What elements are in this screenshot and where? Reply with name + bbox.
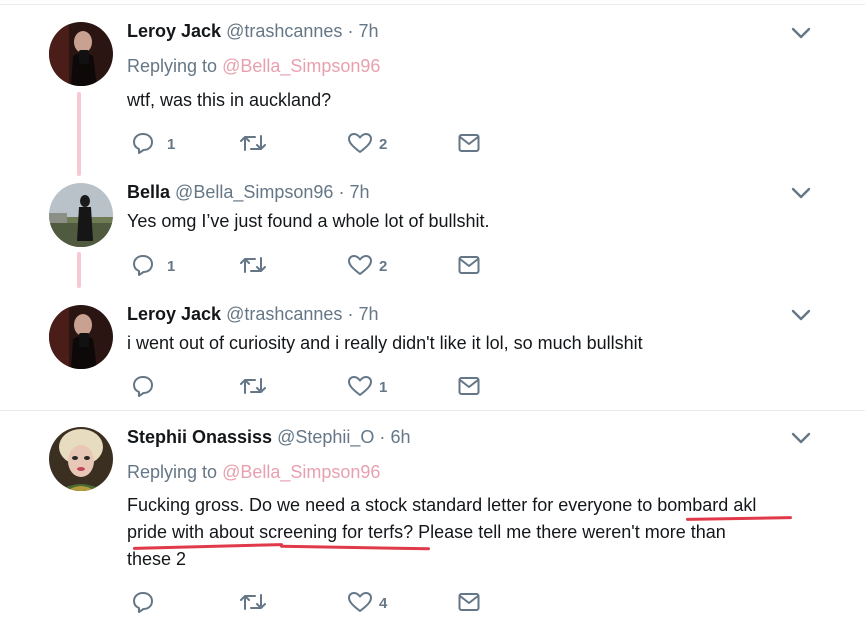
separator-dot: · [338, 182, 345, 202]
reply-button[interactable]: 1 [131, 253, 191, 279]
tweet-header: Leroy Jack @trashcannes · 7h [127, 304, 378, 325]
separator-dot: · [347, 21, 354, 41]
reply-icon [133, 376, 153, 397]
chevron-down-icon[interactable] [790, 186, 812, 200]
reply-button[interactable] [131, 590, 191, 616]
avatar[interactable] [49, 183, 113, 247]
retweet-button[interactable] [239, 590, 299, 616]
tweet-actions: 1 [127, 374, 527, 400]
reply-button[interactable] [131, 374, 191, 400]
display-name[interactable]: Bella [127, 182, 170, 202]
tweet-stephii[interactable]: Stephii Onassiss @Stephii_O · 6h Replyin… [0, 411, 865, 619]
chevron-down-icon[interactable] [790, 308, 812, 322]
like-count: 2 [379, 258, 388, 275]
user-handle[interactable]: @Stephii_O [277, 427, 374, 447]
user-handle[interactable]: @trashcannes [226, 21, 342, 41]
reply-count: 1 [167, 258, 176, 275]
user-handle[interactable]: @Bella_Simpson96 [175, 182, 333, 202]
tweet-leroy-1[interactable]: Leroy Jack @trashcannes · 7h Replying to… [0, 0, 865, 180]
like-button[interactable]: 2 [347, 131, 407, 157]
avatar[interactable] [49, 305, 113, 369]
message-icon [458, 134, 480, 152]
timestamp[interactable]: 7h [349, 182, 369, 202]
reply-button[interactable]: 1 [131, 131, 191, 157]
avatar[interactable] [49, 22, 113, 86]
tweet-leroy-2[interactable]: Leroy Jack @trashcannes · 7h i went out … [0, 300, 865, 410]
tweet-actions: 1 2 [127, 253, 527, 279]
message-button[interactable] [457, 131, 487, 157]
like-count: 4 [379, 595, 388, 612]
retweet-button[interactable] [239, 374, 299, 400]
like-button[interactable]: 4 [347, 590, 407, 616]
reply-icon [133, 592, 153, 613]
tweet-actions: 4 [127, 590, 527, 616]
display-name[interactable]: Stephii Onassiss [127, 427, 272, 447]
like-count: 2 [379, 136, 388, 153]
thread-line [77, 92, 81, 172]
tweet-header: Leroy Jack @trashcannes · 7h [127, 21, 378, 42]
retweet-button[interactable] [239, 131, 299, 157]
tweet-bella[interactable]: Bella @Bella_Simpson96 · 7h Yes omg I’ve… [0, 168, 865, 290]
tweet-text: wtf, was this in auckland? [127, 90, 332, 110]
like-icon [348, 133, 372, 153]
separator-dot: · [379, 427, 386, 447]
like-count: 1 [379, 379, 388, 396]
display-name[interactable]: Leroy Jack [127, 21, 221, 41]
tweet-header: Stephii Onassiss @Stephii_O · 6h [127, 427, 410, 448]
chevron-down-icon[interactable] [790, 431, 812, 445]
tweet-text: Yes omg I’ve just found a whole lot of b… [127, 211, 490, 231]
retweet-icon [240, 257, 266, 273]
timestamp[interactable]: 7h [358, 21, 378, 41]
replying-label: Replying to [127, 56, 218, 76]
mention-link[interactable]: @Bella_Simpson96 [222, 56, 380, 76]
like-icon [348, 592, 372, 612]
tweet-header: Bella @Bella_Simpson96 · 7h [127, 182, 369, 203]
message-icon [458, 593, 480, 611]
replying-label: Replying to [127, 462, 218, 482]
like-button[interactable]: 2 [347, 253, 407, 279]
reply-icon [133, 133, 153, 154]
message-icon [458, 256, 480, 274]
retweet-icon [240, 378, 266, 394]
chevron-down-icon[interactable] [790, 26, 812, 40]
reply-count: 1 [167, 136, 176, 153]
tweet-actions: 1 2 [127, 131, 527, 157]
reply-icon [133, 255, 153, 276]
thread-line [77, 168, 81, 176]
retweet-button[interactable] [239, 253, 299, 279]
tweet-text-line: these 2 [127, 549, 187, 569]
thread-line [77, 252, 81, 288]
message-button[interactable] [457, 253, 487, 279]
timestamp[interactable]: 6h [390, 427, 410, 447]
tweet-text-line: pride with about screening for terfs? Pl… [127, 522, 726, 542]
replying-to: Replying to @Bella_Simpson96 [127, 462, 380, 483]
message-button[interactable] [457, 374, 487, 400]
tweet-text-line: Fucking gross. Do we need a stock standa… [127, 495, 757, 515]
retweet-icon [240, 594, 266, 610]
timestamp[interactable]: 7h [358, 304, 378, 324]
separator-dot: · [347, 304, 354, 324]
like-button[interactable]: 1 [347, 374, 407, 400]
mention-link[interactable]: @Bella_Simpson96 [222, 462, 380, 482]
replying-to: Replying to @Bella_Simpson96 [127, 56, 380, 77]
user-handle[interactable]: @trashcannes [226, 304, 342, 324]
display-name[interactable]: Leroy Jack [127, 304, 221, 324]
tweet-text: Fucking gross. Do we need a stock standa… [127, 492, 827, 573]
like-icon [348, 376, 372, 396]
message-button[interactable] [457, 590, 487, 616]
avatar[interactable] [49, 427, 113, 491]
retweet-icon [240, 135, 266, 151]
message-icon [458, 377, 480, 395]
tweet-text: i went out of curiosity and i really did… [127, 333, 643, 353]
like-icon [348, 255, 372, 275]
